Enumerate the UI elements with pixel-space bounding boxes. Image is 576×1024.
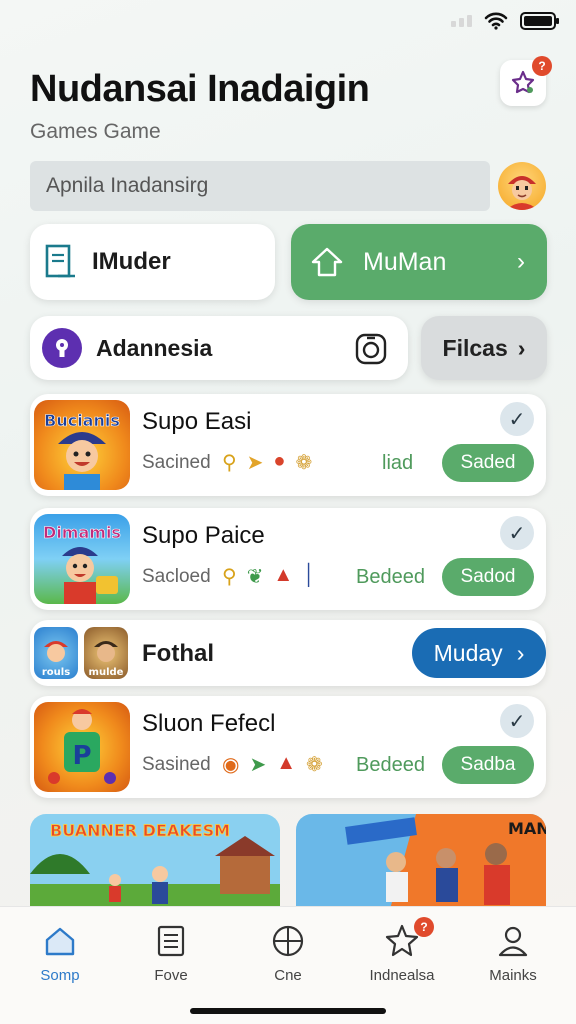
- game-meta: Sacloed: [142, 566, 211, 587]
- game-meta: Sacined: [142, 452, 211, 473]
- game-thumbnail: Dimamis: [34, 514, 130, 604]
- page-subtitle: Games Game: [30, 120, 161, 143]
- avatar-face-icon: [506, 176, 538, 210]
- muday-label: Muday: [433, 639, 503, 666]
- game-card-supo-easi[interactable]: Bucianis Supo Easi Sacined ⚲ ➤ ● ❁ liad …: [30, 394, 546, 496]
- pumpkin-icon: ◉: [222, 754, 240, 776]
- key-icon: ⚲: [222, 566, 237, 588]
- featured-thumb-1: rouls: [34, 627, 78, 679]
- muday-button[interactable]: Muday ›: [412, 628, 546, 678]
- tab-indnealsa[interactable]: ? Indnealsa: [352, 917, 452, 984]
- game-card-supo-paice[interactable]: Dimamis Supo Paice Sacloed ⚲ ❦ ▲ │ Bedee…: [30, 508, 546, 610]
- flame-icon: ●: [273, 450, 286, 472]
- keyhole-icon: [42, 328, 82, 368]
- game-title: Supo Paice: [142, 522, 265, 549]
- sadod-button[interactable]: Sadod: [442, 558, 534, 596]
- document-icon: [121, 919, 221, 963]
- tab-label: Fove: [154, 967, 188, 984]
- chevron-right-icon: ›: [517, 248, 525, 275]
- status-bar: [451, 8, 559, 34]
- star-icon: ?: [352, 917, 452, 963]
- game-item-icons: ⚲ ❦ ▲ │: [222, 564, 316, 589]
- tab-cne[interactable]: Cne: [238, 919, 338, 984]
- game-status: Bedeed: [356, 566, 425, 588]
- warning-icon: ▲: [276, 752, 297, 774]
- signal-icon: [451, 15, 472, 27]
- filcas-button[interactable]: Filcas ›: [421, 316, 547, 380]
- banner-text: BUANNER DEAKESM: [50, 821, 230, 840]
- tab-somp[interactable]: Somp: [10, 919, 110, 984]
- tab-fove[interactable]: Fove: [121, 919, 221, 984]
- game-meta: Sasined: [142, 754, 211, 775]
- thumb-title: Bucianis: [44, 411, 120, 430]
- tab-label: Cne: [274, 967, 302, 984]
- game-card-sluon-fefecl[interactable]: P Sluon Fefecl Sasined ◉ ➤ ▲ ❁ Bedeed ✓ …: [30, 696, 546, 798]
- home-icon: [10, 919, 110, 963]
- thumb-letter: P: [72, 741, 91, 771]
- notification-badge: ?: [532, 56, 552, 76]
- thumb-title: Dimamis: [43, 523, 121, 542]
- pin-icon: │: [303, 564, 316, 586]
- muman-label: MuMan: [363, 247, 447, 276]
- tab-label: Indnealsa: [369, 967, 435, 984]
- home-indicator[interactable]: [190, 1008, 386, 1014]
- bottom-tab-bar: Somp Fove Cne ? Indnealsa Mainks: [0, 906, 576, 1024]
- featured-card-fothal[interactable]: rouls mulde Fothal Muday ›: [30, 620, 546, 686]
- game-thumbnail: P: [34, 702, 130, 792]
- chevron-right-icon: ›: [517, 334, 526, 361]
- thumb-label: mulde: [89, 667, 124, 678]
- leaf-icon: ➤: [249, 754, 267, 776]
- document-icon: [45, 244, 75, 278]
- tab-label: Somp: [40, 967, 80, 984]
- tab-label: Mainks: [489, 967, 537, 984]
- person-icon: [463, 919, 563, 963]
- game-item-icons: ⚲ ➤ ● ❁: [222, 450, 312, 475]
- muman-button[interactable]: MuMan ›: [291, 224, 547, 300]
- thumb-label: rouls: [42, 667, 70, 678]
- compass-icon: [238, 919, 338, 963]
- adannesia-label: Adannesia: [96, 334, 213, 361]
- check-icon[interactable]: ✓: [500, 516, 534, 550]
- game-status: Bedeed: [356, 754, 425, 776]
- check-icon[interactable]: ✓: [500, 704, 534, 738]
- leaf-icon: ❦: [246, 566, 264, 588]
- game-title: Sluon Fefecl: [142, 710, 276, 737]
- banner-text: MAN: [508, 819, 546, 838]
- page-title: Nudansai Inadaigin: [30, 68, 370, 110]
- avatar[interactable]: [498, 162, 546, 210]
- cone-icon: ▲: [273, 564, 294, 586]
- key-icon: ⚲: [222, 452, 237, 474]
- sadba-button[interactable]: Sadba: [442, 746, 534, 784]
- battery-icon: [520, 12, 559, 30]
- horn-icon: ➤: [246, 452, 264, 474]
- game-status: liad: [382, 452, 414, 474]
- game-item-icons: ◉ ➤ ▲ ❁: [222, 752, 323, 777]
- game-title: Supo Easi: [142, 408, 252, 435]
- imuder-label: IMuder: [92, 248, 171, 275]
- camera-icon[interactable]: [354, 332, 388, 366]
- search-input[interactable]: Apnila Inadansirg: [30, 161, 490, 211]
- saded-button[interactable]: Saded: [442, 444, 534, 482]
- check-icon[interactable]: ✓: [500, 402, 534, 436]
- game-thumbnail: Bucianis: [34, 400, 130, 490]
- tab-mainks[interactable]: Mainks: [463, 919, 563, 984]
- puzzle-star-icon: [511, 70, 535, 94]
- wifi-icon: [484, 12, 508, 30]
- pretzel-icon: ❁: [306, 754, 323, 776]
- shell-icon: ❁: [295, 452, 313, 474]
- adannesia-button[interactable]: Adannesia: [30, 316, 408, 380]
- chevron-right-icon: ›: [516, 639, 525, 666]
- imuder-button[interactable]: IMuder: [30, 224, 275, 300]
- featured-thumb-2: mulde: [84, 627, 128, 679]
- featured-title: Fothal: [142, 640, 214, 667]
- tab-badge: ?: [414, 917, 434, 937]
- filcas-label: Filcas: [442, 334, 508, 361]
- home-outline-icon: [311, 247, 343, 277]
- notifications-button[interactable]: ?: [500, 56, 552, 106]
